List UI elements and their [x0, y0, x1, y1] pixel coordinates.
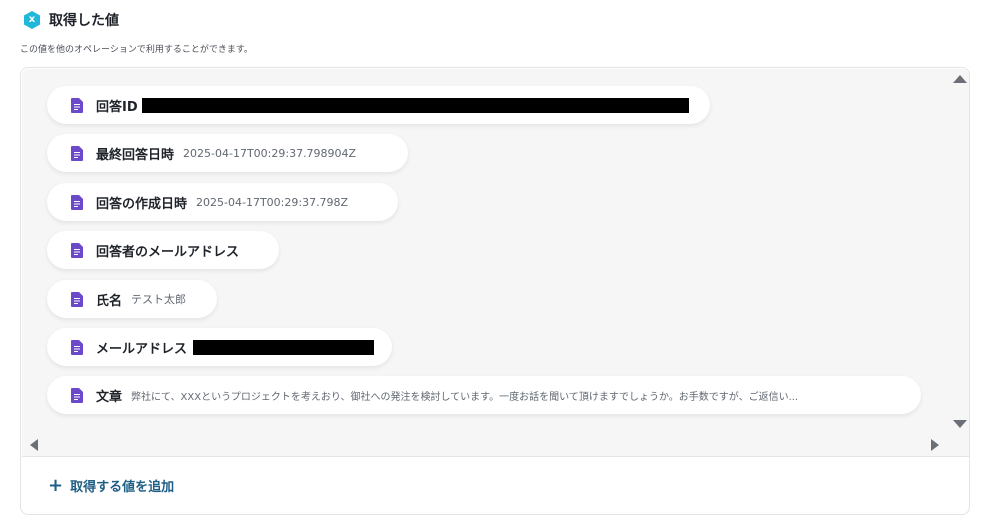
value-item-label: 文章	[96, 389, 123, 405]
value-item-value: 2025-04-17T00:29:37.798Z	[196, 195, 349, 209]
document-icon	[71, 291, 83, 307]
hexagon-x-icon: x	[22, 10, 42, 30]
value-item-response-id[interactable]: 回答ID	[47, 86, 710, 124]
document-icon	[71, 387, 83, 403]
value-item-last-response-time[interactable]: 最終回答日時 2025-04-17T00:29:37.798904Z	[47, 134, 408, 172]
value-item-label: 最終回答日時	[96, 147, 175, 163]
document-icon	[71, 97, 83, 113]
scroll-right-arrow-icon[interactable]	[931, 439, 939, 451]
value-item-label: 回答者のメールアドレス	[96, 244, 240, 260]
section-title: 取得した値	[49, 13, 119, 29]
value-item-value: 弊社にて、XXXというプロジェクトを考えおり、御社への発注を検討しています。一度…	[131, 391, 799, 403]
redacted-value	[141, 97, 689, 113]
value-item-message[interactable]: 文章 弊社にて、XXXというプロジェクトを考えおり、御社への発注を検討しています…	[47, 376, 921, 414]
document-icon	[71, 242, 83, 258]
scroll-down-arrow-icon[interactable]	[953, 420, 967, 428]
section-description: この値を他のオペレーションで利用することができます。	[20, 45, 253, 55]
values-list[interactable]: 回答ID 最終回答日時 2025-04-17T00:29:37.798904Z …	[22, 69, 969, 457]
value-item-respondent-email[interactable]: 回答者のメールアドレス	[47, 231, 279, 269]
value-item-label: 回答ID	[96, 99, 138, 115]
value-item-created-time[interactable]: 回答の作成日時 2025-04-17T00:29:37.798Z	[47, 183, 398, 221]
value-item-label: 回答の作成日時	[96, 196, 188, 212]
redacted-value	[193, 339, 374, 355]
values-panel: 回答ID 最終回答日時 2025-04-17T00:29:37.798904Z …	[20, 67, 970, 515]
document-icon	[71, 194, 83, 210]
add-value-button[interactable]: + 取得する値を追加	[48, 476, 174, 495]
value-item-name[interactable]: 氏名 テスト太郎	[47, 280, 217, 318]
value-item-label: 氏名	[96, 293, 123, 309]
scroll-left-arrow-icon[interactable]	[30, 439, 38, 451]
value-item-value: テスト太郎	[131, 293, 187, 306]
value-item-label: メールアドレス	[96, 341, 188, 357]
value-item-value: 2025-04-17T00:29:37.798904Z	[183, 146, 357, 160]
plus-icon: +	[48, 474, 64, 496]
value-item-email[interactable]: メールアドレス	[47, 328, 392, 366]
scroll-up-arrow-icon[interactable]	[953, 75, 967, 83]
document-icon	[71, 145, 83, 161]
section-header: x 取得した値	[22, 10, 119, 30]
document-icon	[71, 339, 83, 355]
add-value-label: 取得する値を追加	[70, 480, 175, 495]
